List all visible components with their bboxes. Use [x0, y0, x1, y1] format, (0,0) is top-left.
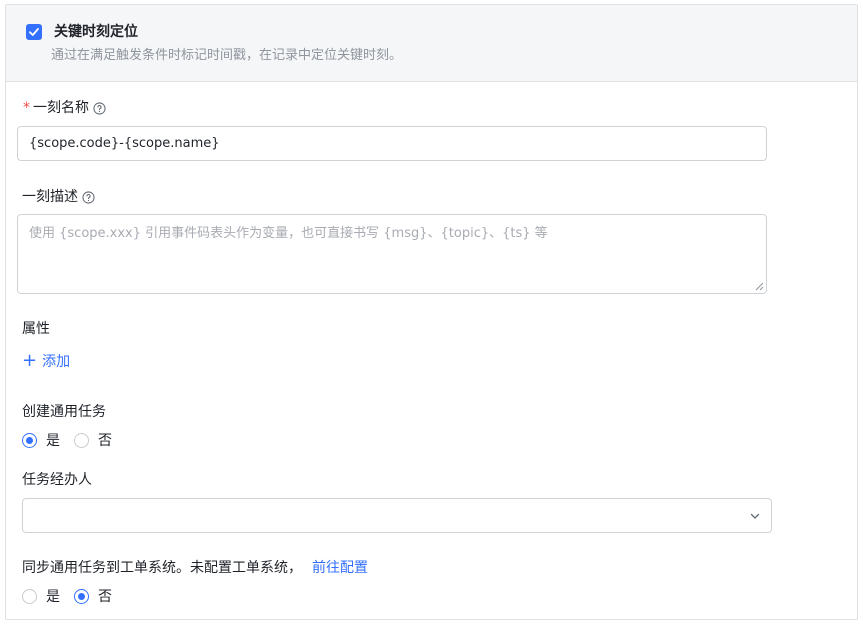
create-task-yes-radio[interactable]	[22, 432, 37, 448]
header-title: 关键时刻定位	[54, 24, 138, 40]
name-input-value: {scope.code}-{scope.name}	[29, 136, 220, 151]
sync-yes-label[interactable]: 是	[46, 586, 60, 606]
desc-label-text: 一刻描述	[22, 189, 78, 205]
help-icon[interactable]	[82, 190, 95, 204]
sync-yes-radio[interactable]	[22, 588, 37, 604]
assignee-label: 任务经办人	[22, 472, 92, 488]
header-description: 通过在满足触发条件时标记时间戳，在记录中定位关键时刻。	[51, 48, 403, 63]
add-attribute-label: 添加	[42, 354, 71, 370]
chevron-down-icon	[750, 513, 760, 519]
create-task-no-label[interactable]: 否	[98, 430, 112, 450]
configure-link[interactable]: 前往配置	[312, 559, 368, 577]
plus-icon: +	[22, 350, 38, 371]
check-icon	[29, 28, 39, 36]
sync-no-label[interactable]: 否	[98, 586, 112, 606]
name-label: * 一刻名称	[23, 99, 106, 117]
sync-label: 同步通用任务到工单系统。未配置工单系统， 前往配置	[22, 559, 368, 577]
create-task-radio-group: 是 否	[22, 430, 126, 450]
name-input[interactable]: {scope.code}-{scope.name}	[17, 126, 767, 161]
attributes-label: 属性	[22, 321, 50, 337]
add-attribute-button[interactable]: + 添加	[22, 351, 70, 371]
sync-radio-group: 是 否	[22, 586, 126, 606]
create-task-yes-label[interactable]: 是	[46, 430, 60, 450]
help-icon[interactable]	[93, 101, 106, 115]
desc-label: 一刻描述	[22, 188, 95, 206]
desc-textarea[interactable]: 使用 {scope.xxx} 引用事件码表头作为变量，也可直接书写 {msg}、…	[17, 214, 767, 294]
sync-no-radio[interactable]	[74, 588, 89, 604]
card-header: 关键时刻定位 通过在满足触发条件时标记时间戳，在记录中定位关键时刻。	[6, 5, 857, 82]
create-task-label: 创建通用任务	[22, 404, 106, 420]
name-label-text: 一刻名称	[33, 100, 89, 116]
desc-placeholder: 使用 {scope.xxx} 引用事件码表头作为变量，也可直接书写 {msg}、…	[29, 226, 548, 241]
enable-checkbox[interactable]	[26, 24, 42, 40]
resize-handle-icon[interactable]	[755, 282, 764, 291]
sync-label-text: 同步通用任务到工单系统。未配置工单系统，	[22, 560, 302, 576]
create-task-no-radio[interactable]	[74, 432, 89, 448]
assignee-select[interactable]	[22, 498, 772, 533]
required-mark: *	[23, 100, 30, 116]
